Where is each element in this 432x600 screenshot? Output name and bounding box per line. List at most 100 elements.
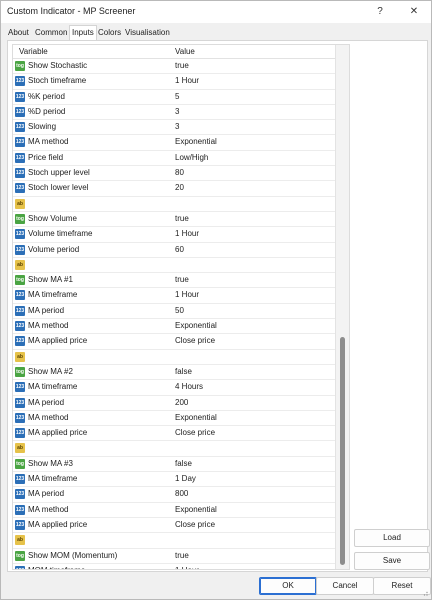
title-bar[interactable]: Custom Indicator - MP Screener ? ✕ xyxy=(1,1,431,23)
variable-value[interactable]: Close price xyxy=(175,336,215,345)
ok-button[interactable]: OK xyxy=(259,577,317,595)
table-row[interactable]: 123 MA period 50 xyxy=(13,304,335,320)
table-row[interactable]: tog Show Volume true xyxy=(13,212,335,228)
table-row[interactable]: 123 MA period 800 xyxy=(13,487,335,503)
table-row[interactable]: 123 MA timeframe 1 Hour xyxy=(13,288,335,304)
variable-value[interactable]: 60 xyxy=(175,245,184,254)
table-row[interactable]: tog Show MA #1 true xyxy=(13,273,335,289)
load-button[interactable]: Load xyxy=(354,529,430,547)
table-row[interactable]: 123 MA timeframe 4 Hours xyxy=(13,380,335,396)
table-row[interactable]: 123 MA method Exponential xyxy=(13,135,335,151)
variable-value[interactable]: 80 xyxy=(175,168,184,177)
variable-value[interactable]: 20 xyxy=(175,183,184,192)
variable-name: Slowing xyxy=(28,122,57,132)
table-row[interactable]: 123 MA method Exponential xyxy=(13,319,335,335)
number-icon: 123 xyxy=(15,428,25,439)
number-icon: 123 xyxy=(15,474,25,485)
variable-name: %K period xyxy=(28,91,65,101)
variable-value[interactable]: 1 Hour xyxy=(175,229,199,238)
variable-value[interactable]: 4 Hours xyxy=(175,382,203,391)
table-row[interactable]: 123 %D period 3 xyxy=(13,105,335,121)
variable-value[interactable]: false xyxy=(175,459,192,468)
variable-value[interactable]: false xyxy=(175,367,192,376)
variable-value[interactable]: Low/High xyxy=(175,153,208,162)
variable-name: Stoch upper level xyxy=(28,168,90,178)
number-icon: 123 xyxy=(15,321,25,332)
separator-row[interactable]: ab xyxy=(13,441,335,457)
variable-name: Show MA #3 xyxy=(28,458,73,468)
variable-value[interactable]: 3 xyxy=(175,107,179,116)
variable-value[interactable]: true xyxy=(175,61,189,70)
separator-row[interactable]: ab xyxy=(13,197,335,212)
variable-value[interactable]: Close price xyxy=(175,520,215,529)
variable-value[interactable]: 800 xyxy=(175,489,188,498)
table-row[interactable]: 123 Stoch timeframe 1 Hour xyxy=(13,74,335,90)
variable-value[interactable]: Exponential xyxy=(175,321,217,330)
tab-colors[interactable]: Colors xyxy=(98,26,121,40)
variable-value[interactable]: 200 xyxy=(175,398,188,407)
variable-name: MA method xyxy=(28,321,69,331)
variable-value[interactable]: Exponential xyxy=(175,505,217,514)
tab-visualisation[interactable]: Visualisation xyxy=(125,26,170,40)
number-icon: 123 xyxy=(15,489,25,500)
table-row[interactable]: 123 Price field Low/High xyxy=(13,151,335,167)
separator-row[interactable]: ab xyxy=(13,258,335,274)
variable-value[interactable]: 5 xyxy=(175,92,179,101)
variable-value[interactable]: Exponential xyxy=(175,137,217,146)
table-row[interactable]: 123 MA applied price Close price xyxy=(13,334,335,350)
table-row[interactable]: 123 MA method Exponential xyxy=(13,503,335,518)
variable-value[interactable]: 1 Hour xyxy=(175,76,199,85)
number-icon: 123 xyxy=(15,76,25,87)
toggle-icon: tog xyxy=(15,550,25,561)
number-icon: 123 xyxy=(15,382,25,393)
vertical-scrollbar[interactable] xyxy=(335,45,349,569)
table-row[interactable]: tog Show MOM (Momentum) true xyxy=(13,549,335,564)
resize-grip-icon[interactable] xyxy=(422,590,428,596)
number-icon: 123 xyxy=(15,290,25,301)
variable-value[interactable]: 1 Hour xyxy=(175,290,199,299)
variable-value[interactable]: Close price xyxy=(175,428,215,437)
table-row[interactable]: 123 Stoch lower level 20 xyxy=(13,181,335,197)
variable-value[interactable]: 1 Day xyxy=(175,474,196,483)
table-row[interactable]: 123 Stoch upper level 80 xyxy=(13,166,335,182)
table-row[interactable]: 123MOM timeframe 1 Hour xyxy=(13,564,335,569)
table-row[interactable]: 123 Slowing 3 xyxy=(13,120,335,136)
table-row[interactable]: tog Show Stochastic true xyxy=(13,59,335,75)
text-separator-icon: ab xyxy=(15,443,25,454)
tab-about[interactable]: About xyxy=(8,26,29,40)
variable-value[interactable]: true xyxy=(175,275,189,284)
separator-row[interactable]: ab xyxy=(13,533,335,549)
table-row[interactable]: 123 MA applied price Close price xyxy=(13,426,335,442)
save-button[interactable]: Save xyxy=(354,552,430,570)
help-button[interactable]: ? xyxy=(371,4,389,20)
table-row[interactable]: 123 MA applied price Close price xyxy=(13,518,335,534)
table-row[interactable]: tog Show MA #2 false xyxy=(13,365,335,381)
variable-name: %D period xyxy=(28,106,66,116)
table-row[interactable]: 123 MA timeframe 1 Day xyxy=(13,472,335,488)
cancel-button[interactable]: Cancel xyxy=(316,577,374,595)
number-icon: 123 xyxy=(15,519,25,530)
variable-value[interactable]: 1 Hour xyxy=(175,566,199,569)
tab-common[interactable]: Common xyxy=(35,26,67,40)
variable-value[interactable]: 50 xyxy=(175,306,184,315)
scrollbar-thumb[interactable] xyxy=(340,337,345,565)
variable-value[interactable]: true xyxy=(175,551,189,560)
number-icon: 123 xyxy=(15,397,25,408)
variable-value[interactable]: Exponential xyxy=(175,413,217,422)
table-row[interactable]: 123 Volume timeframe 1 Hour xyxy=(13,227,335,243)
table-row[interactable]: 123 Volume period 60 xyxy=(13,243,335,258)
table-row[interactable]: 123 MA period 200 xyxy=(13,396,335,411)
variable-value[interactable]: true xyxy=(175,214,189,223)
variable-name: Show Volume xyxy=(28,213,77,223)
variable-value[interactable]: 3 xyxy=(175,122,179,131)
number-icon: 123 xyxy=(15,565,25,569)
text-separator-icon: ab xyxy=(15,198,25,209)
column-header-variable[interactable]: Variable xyxy=(19,47,48,56)
table-row[interactable]: 123 %K period 5 xyxy=(13,90,335,105)
separator-row[interactable]: ab xyxy=(13,350,335,365)
table-row[interactable]: tog Show MA #3 false xyxy=(13,457,335,473)
column-header-value[interactable]: Value xyxy=(175,47,195,56)
table-row[interactable]: 123 MA method Exponential xyxy=(13,411,335,427)
close-icon[interactable]: ✕ xyxy=(405,4,423,20)
tab-inputs[interactable]: Inputs xyxy=(69,25,97,41)
